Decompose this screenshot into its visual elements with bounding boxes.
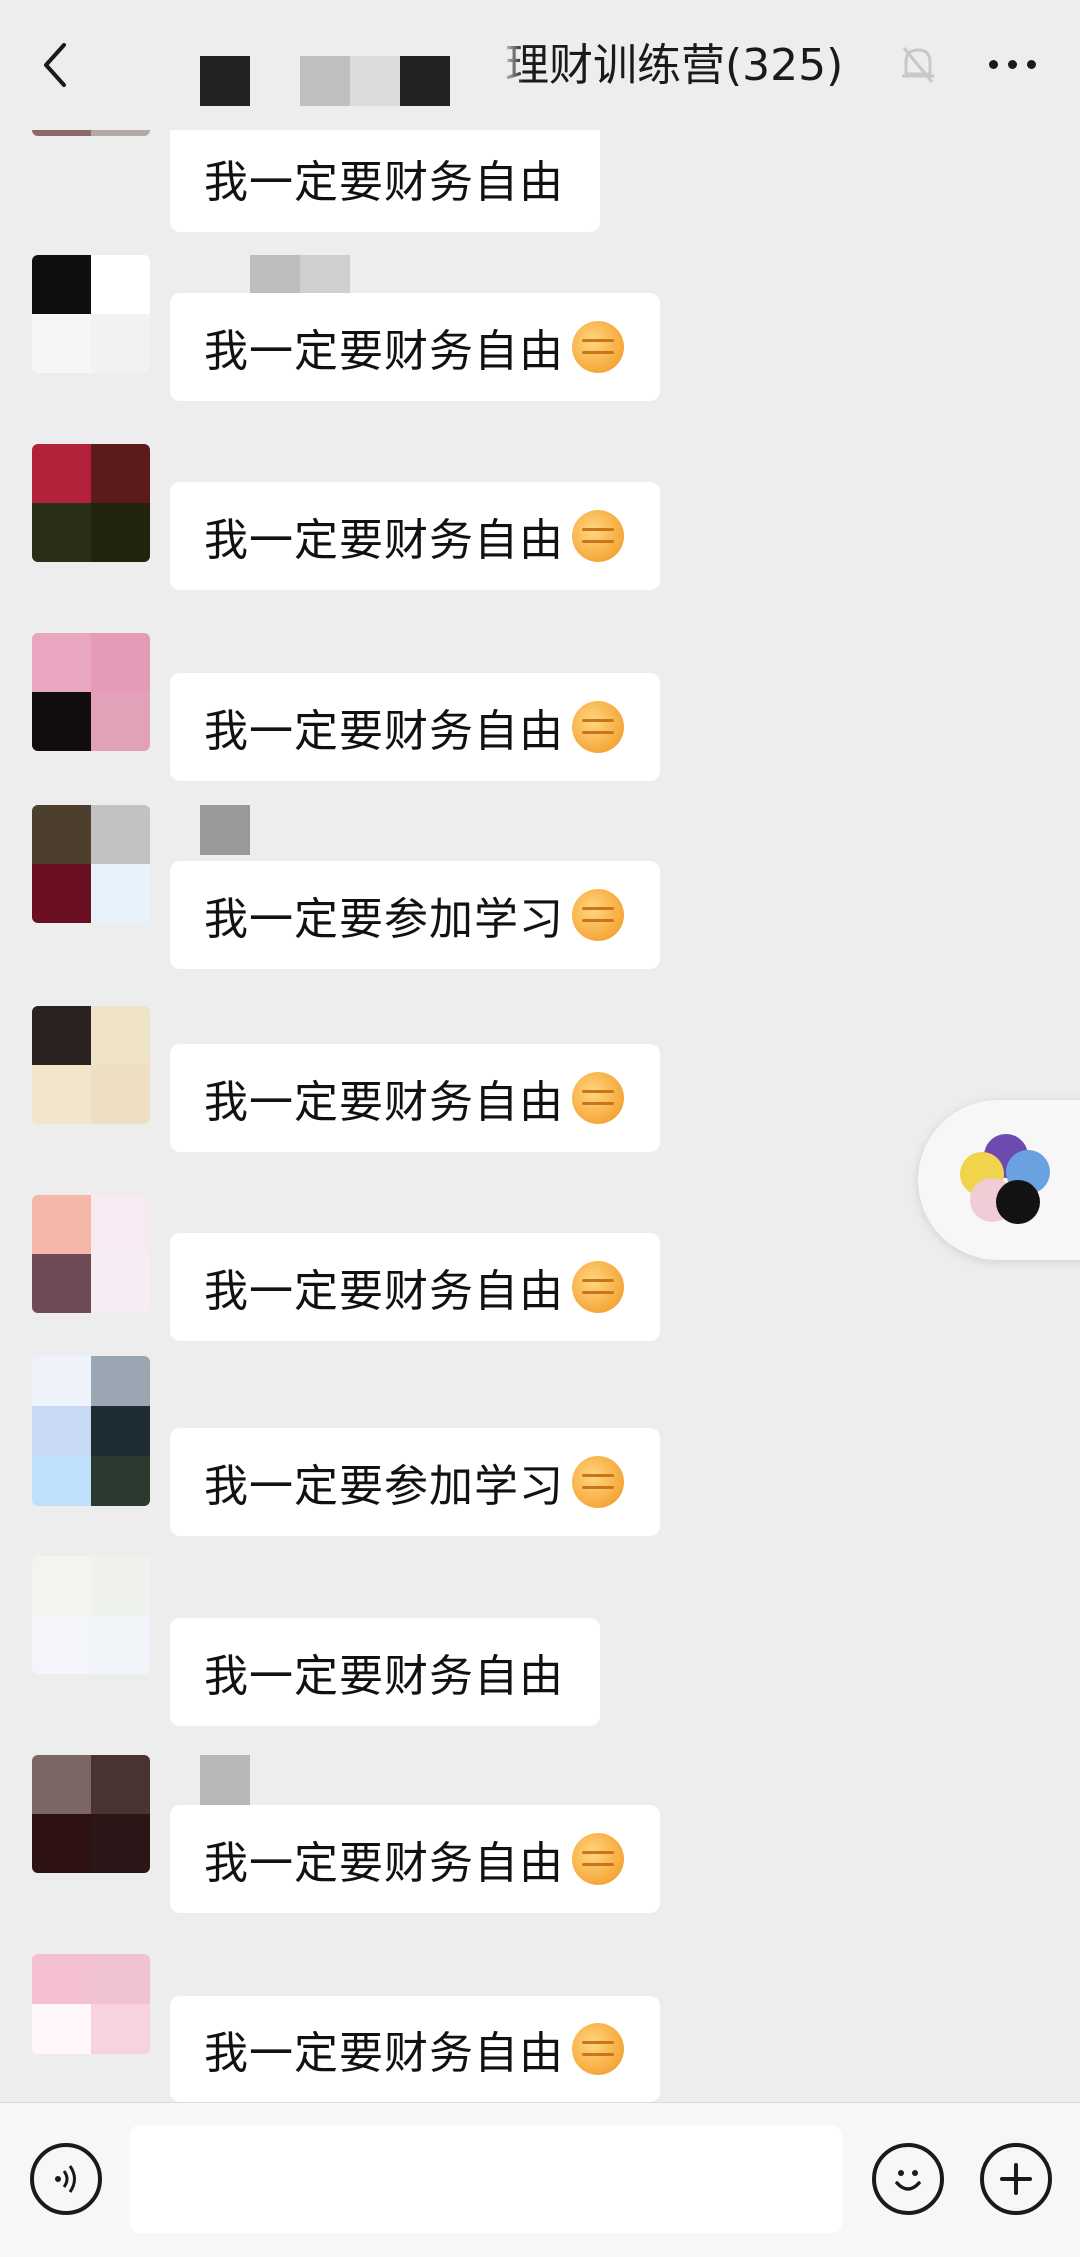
- message-text: 我一定要财务自由: [204, 706, 564, 757]
- emoji-button[interactable]: [872, 2143, 944, 2215]
- avatar[interactable]: [32, 1356, 150, 1506]
- message-text: 我一定要参加学习: [204, 894, 564, 945]
- message-row: 我一定要参加学习: [0, 1356, 1080, 1544]
- avatar[interactable]: [32, 633, 150, 751]
- message-text: 我一定要财务自由: [204, 2028, 564, 2079]
- message-row: 我一定要财务自由: [0, 633, 1080, 821]
- voice-icon: [55, 2165, 76, 2193]
- message-row: 我一定要财务自由: [0, 1006, 1080, 1194]
- fist-emoji-icon: [572, 1072, 624, 1124]
- fist-emoji-icon: [572, 1833, 624, 1885]
- message-bubble[interactable]: 我一定要财务自由: [170, 124, 600, 232]
- message-bubble[interactable]: 我一定要参加学习: [170, 861, 660, 969]
- plus-circle-icon: [1000, 2163, 1032, 2195]
- avatar[interactable]: [32, 1195, 150, 1313]
- bell-off-icon: [902, 47, 934, 83]
- message-bubble[interactable]: 我一定要财务自由: [170, 1996, 660, 2102]
- message-text: 我一定要财务自由: [204, 515, 564, 566]
- voice-button[interactable]: [30, 2143, 102, 2215]
- message-bubble[interactable]: 我一定要财务自由: [170, 1618, 600, 1726]
- title-fade: [490, 40, 524, 92]
- avatar[interactable]: [32, 444, 150, 562]
- fist-emoji-icon: [572, 889, 624, 941]
- message-text: 我一定要财务自由: [204, 1266, 564, 1317]
- avatar[interactable]: [32, 1954, 150, 2054]
- avatar[interactable]: [32, 1556, 150, 1674]
- message-row: 我一定要财务自由: [0, 255, 1080, 443]
- message-row: 我一定要财务自由: [0, 1195, 1080, 1383]
- message-row: 我一定要财务自由: [0, 444, 1080, 632]
- message-bubble[interactable]: 我一定要财务自由: [170, 1044, 660, 1152]
- fist-emoji-icon: [572, 2023, 624, 2075]
- message-text: 我一定要财务自由: [204, 1077, 564, 1128]
- floating-mini-program[interactable]: [918, 1100, 1080, 1260]
- message-text: 我一定要财务自由: [204, 1651, 564, 1702]
- fist-emoji-icon: [572, 701, 624, 753]
- message-text: 我一定要财务自由: [204, 1838, 564, 1889]
- chevron-left-icon: [44, 43, 66, 87]
- message-bubble[interactable]: 我一定要财务自由: [170, 1805, 660, 1913]
- back-button[interactable]: [30, 30, 80, 100]
- plus-button[interactable]: [980, 2143, 1052, 2215]
- app-logo-icon: [960, 1134, 1050, 1224]
- message-bubble[interactable]: 我一定要财务自由: [170, 673, 660, 781]
- avatar[interactable]: [32, 255, 150, 373]
- avatar[interactable]: [32, 1755, 150, 1873]
- message-bubble[interactable]: 我一定要参加学习: [170, 1428, 660, 1536]
- chat-title: 理财训练营(325): [505, 40, 844, 91]
- message-row: 我一定要参加学习: [0, 805, 1080, 993]
- fist-emoji-icon: [572, 1261, 624, 1313]
- mute-indicator: [898, 40, 938, 88]
- message-row: 我一定要财务自由: [0, 1556, 1080, 1744]
- more-button[interactable]: [972, 40, 1052, 88]
- message-text: 我一定要财务自由: [204, 326, 564, 377]
- input-bar: [0, 2102, 1080, 2257]
- dot: [1007, 59, 1017, 69]
- message-list[interactable]: 我一定要财务自由 我一定要财务自由 我一定要财务自由 我一定要财务自由 我一定要…: [0, 0, 1080, 2102]
- fist-emoji-icon: [572, 1456, 624, 1508]
- fist-emoji-icon: [572, 321, 624, 373]
- message-bubble[interactable]: 我一定要财务自由: [170, 482, 660, 590]
- avatar[interactable]: [32, 805, 150, 923]
- dot: [1026, 59, 1036, 69]
- message-input[interactable]: [130, 2125, 842, 2233]
- logo-petal: [996, 1180, 1040, 1224]
- message-text: 我一定要参加学习: [204, 1461, 564, 1512]
- message-text: 我一定要财务自由: [204, 157, 564, 208]
- message-bubble[interactable]: 我一定要财务自由: [170, 1233, 660, 1341]
- message-row: 我一定要财务自由: [0, 1755, 1080, 1943]
- more-horizontal-icon: [988, 59, 998, 69]
- smiley-icon: [895, 2170, 921, 2191]
- message-bubble[interactable]: 我一定要财务自由: [170, 293, 660, 401]
- chat-header: 理财训练营(325): [0, 0, 1080, 130]
- avatar[interactable]: [32, 1006, 150, 1124]
- fist-emoji-icon: [572, 510, 624, 562]
